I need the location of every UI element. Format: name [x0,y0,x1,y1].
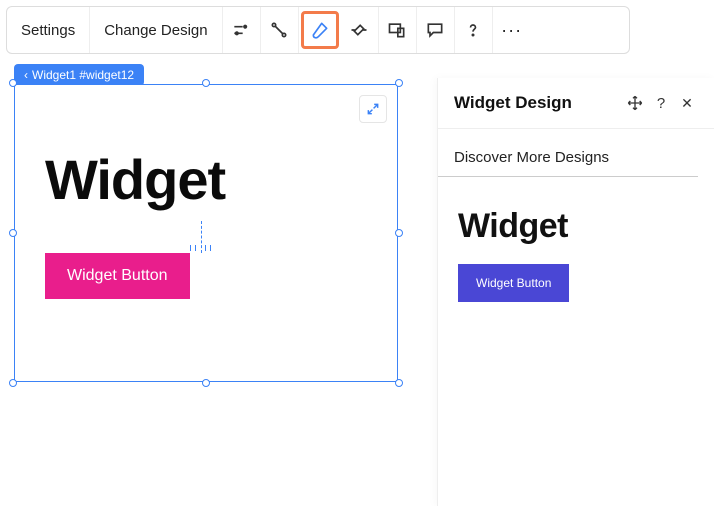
responsive-button[interactable] [379,7,417,53]
resize-handle-bm[interactable] [202,379,210,387]
help-icon [463,20,483,40]
move-icon [627,95,643,111]
widget-heading[interactable]: Widget [45,147,225,212]
panel-header: Widget Design ? ✕ [438,78,714,129]
breadcrumb[interactable]: ‹ Widget1 #widget12 [14,64,144,86]
chevron-left-icon: ‹ [24,68,28,82]
alignment-tick [195,245,196,251]
comment-button[interactable] [417,7,455,53]
help-button[interactable] [455,7,493,53]
resize-handle-tm[interactable] [202,79,210,87]
expand-icon [366,102,380,116]
widget-button[interactable]: Widget Button [45,253,190,299]
design-preview[interactable]: Widget Widget Button [438,177,714,332]
connector-icon [269,20,289,40]
design-panel: Widget Design ? ✕ Discover More Designs … [437,78,714,506]
design-brush-button[interactable] [301,11,339,49]
more-button[interactable]: ··· [493,7,531,53]
resize-handle-tl[interactable] [9,79,17,87]
resize-handle-mr[interactable] [395,229,403,237]
panel-close-button[interactable]: ✕ [676,92,698,114]
panel-subtitle[interactable]: Discover More Designs [438,129,698,177]
stretch-button[interactable] [341,7,379,53]
alignment-tick [210,245,211,251]
responsive-icon [387,20,407,40]
more-icon: ··· [501,20,522,41]
change-design-button[interactable]: Change Design [90,7,222,53]
breadcrumb-label: Widget1 #widget12 [32,68,134,82]
widget-canvas[interactable]: Widget Widget Button [14,84,398,382]
brush-icon [310,20,330,40]
animations-icon [231,20,251,40]
alignment-tick [190,245,191,251]
settings-button[interactable]: Settings [7,7,90,53]
preview-button: Widget Button [458,264,569,302]
toolbar: Settings Change Design ··· [6,6,630,54]
panel-title: Widget Design [454,93,620,113]
resize-handle-ml[interactable] [9,229,17,237]
comment-icon [425,20,445,40]
alignment-tick [205,245,206,251]
animations-button[interactable] [223,7,261,53]
move-panel-button[interactable] [624,92,646,114]
panel-help-button[interactable]: ? [650,92,672,114]
alignment-guide [201,221,202,253]
preview-heading: Widget [458,207,694,246]
stretch-icon [349,20,369,40]
expand-button[interactable] [359,95,387,123]
resize-handle-bl[interactable] [9,379,17,387]
connector-button[interactable] [261,7,299,53]
resize-handle-tr[interactable] [395,79,403,87]
resize-handle-br[interactable] [395,379,403,387]
canvas-selection[interactable]: Widget Widget Button [14,84,398,382]
